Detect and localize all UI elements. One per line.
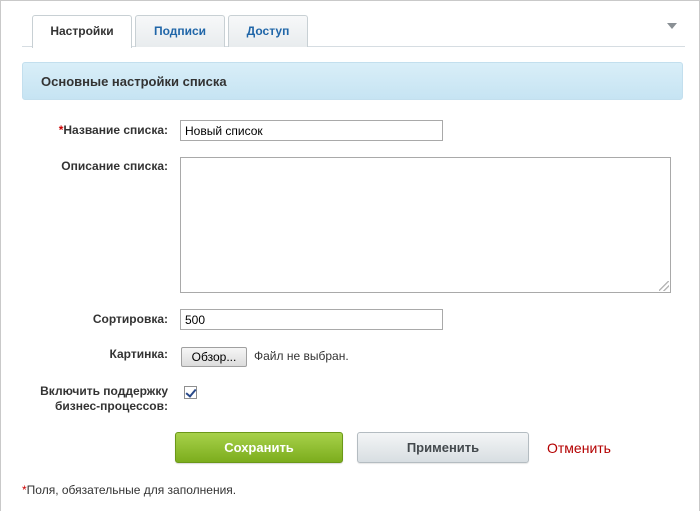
browse-file-button[interactable]: Обзор... [181,347,247,367]
bizproc-label-line1: Включить поддержку [40,384,168,398]
cancel-link[interactable]: Отменить [547,440,611,456]
tab-bar: Настройки Подписи Доступ [1,1,699,48]
save-button[interactable]: Сохранить [175,432,343,463]
list-name-label: *Название списка: [58,123,168,137]
image-label: Картинка: [109,347,169,361]
sort-input[interactable] [180,309,443,330]
list-description-textarea[interactable] [180,157,671,293]
file-status-text: Файл не выбран. [254,349,349,363]
section-header: Основные настройки списка [22,62,683,100]
list-description-label: Описание списка: [61,159,168,173]
settings-window: Настройки Подписи Доступ Основные настро… [0,0,700,511]
bizproc-label-line2: бизнес-процессов: [54,399,168,413]
apply-button[interactable]: Применить [357,432,529,463]
tab-captions[interactable]: Подписи [135,15,225,47]
tab-access[interactable]: Доступ [228,15,308,47]
bizproc-checkbox[interactable] [184,386,197,399]
list-name-input[interactable] [180,120,443,141]
tab-settings[interactable]: Настройки [32,15,132,48]
resize-grip-icon[interactable] [659,281,669,291]
sort-label: Сортировка: [92,312,168,326]
chevron-down-icon[interactable] [667,23,677,29]
bizproc-label: Включить поддержку бизнес-процессов: [40,384,168,414]
section-title: Основные настройки списка [41,74,227,89]
required-fields-note: *Поля, обязательные для заполнения. [22,483,237,497]
